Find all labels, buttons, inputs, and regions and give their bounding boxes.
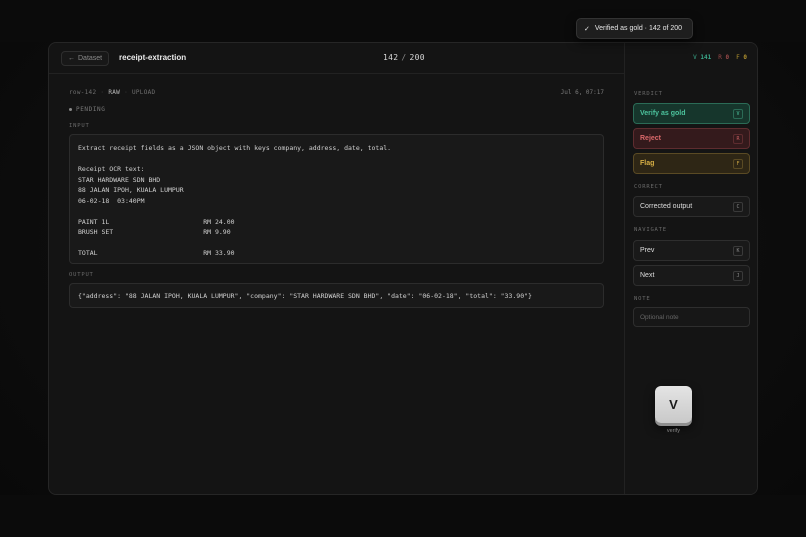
timestamp: Jul 6, 07:17 [560, 89, 604, 96]
dataset-title: receipt-extraction [119, 53, 187, 62]
breadcrumb: row-142 · RAW · UPLOAD [69, 89, 155, 96]
bottom-letterbox [0, 495, 806, 537]
navigate-section-label: NAVIGATE [634, 227, 667, 233]
note-input[interactable] [633, 307, 750, 327]
breadcrumb-row[interactable]: row-142 [69, 89, 96, 96]
keycap-caption: verify [666, 428, 681, 434]
status-badge: PENDING [69, 106, 106, 113]
verified-count: 141 [700, 54, 712, 61]
verified-toast: ✓ Verified as gold · 142 of 200 [576, 18, 693, 39]
prev-button[interactable]: Prev K [633, 240, 750, 261]
back-button-label: Dataset [78, 55, 103, 62]
breadcrumb-raw[interactable]: RAW [108, 89, 120, 96]
flagged-tally: F 0 [736, 54, 747, 61]
app-window: ← Dataset receipt-extraction 142/200 row… [48, 42, 758, 495]
flag-button[interactable]: Flag F [633, 153, 750, 174]
verify-shortcut-key: V [733, 109, 743, 119]
output-text-box: {"address": "88 JALAN IPOH, KUALA LUMPUR… [69, 283, 604, 308]
breadcrumb-separator: · [100, 89, 105, 96]
rejected-tally: R 0 [718, 54, 729, 61]
counter-total: 200 [409, 53, 425, 62]
row-counter: 142/200 [383, 53, 425, 62]
flag-shortcut-key: F [733, 159, 743, 169]
verified-tally: V 141 [693, 54, 711, 61]
main-panel: row-142 · RAW · UPLOAD Jul 6, 07:17 PEND… [49, 74, 624, 494]
verdict-tallies: V 141 R 0 F 0 [693, 54, 747, 61]
output-section-label: OUTPUT [69, 272, 94, 278]
status-text: PENDING [76, 106, 106, 113]
verify-button-label: Verify as gold [640, 110, 686, 117]
keycap-indicator: V [655, 386, 692, 423]
back-to-dataset-button[interactable]: ← Dataset [61, 51, 110, 66]
breadcrumb-separator: · [124, 89, 128, 96]
verdict-section-label: VERDICT [634, 91, 663, 97]
reject-button-label: Reject [640, 135, 662, 142]
reject-shortcut-key: R [733, 134, 743, 144]
reject-button[interactable]: Reject R [633, 128, 750, 149]
prev-button-label: Prev [640, 247, 655, 254]
correct-section-label: CORRECT [634, 184, 663, 190]
counter-current: 142 [383, 53, 399, 62]
corrected-output-label: Corrected output [640, 203, 693, 210]
next-shortcut-key: J [733, 271, 743, 281]
input-text-box: Extract receipt fields as a JSON object … [69, 134, 604, 264]
rejected-count: 0 [725, 54, 730, 61]
flag-button-label: Flag [640, 160, 655, 167]
next-button[interactable]: Next J [633, 265, 750, 286]
corrected-output-button[interactable]: Corrected output C [633, 196, 750, 217]
rejected-letter: R [718, 54, 722, 61]
counter-separator: / [401, 53, 407, 62]
arrow-left-icon: ← [68, 55, 75, 62]
prev-shortcut-key: K [733, 246, 743, 256]
flagged-count: 0 [743, 54, 747, 61]
next-button-label: Next [640, 272, 655, 279]
header-bar: ← Dataset receipt-extraction 142/200 [49, 43, 624, 74]
verified-letter: V [693, 54, 697, 61]
corrected-shortcut-key: C [733, 202, 743, 212]
breadcrumb-upload[interactable]: UPLOAD [132, 89, 155, 96]
verify-button[interactable]: Verify as gold V [633, 103, 750, 124]
status-dot-icon [69, 108, 72, 111]
checkmark-icon: ✓ [584, 25, 590, 33]
toast-text: Verified as gold · 142 of 200 [594, 25, 683, 32]
flagged-letter: F [736, 54, 740, 61]
input-section-label: INPUT [69, 123, 90, 129]
note-section-label: NOTE [634, 296, 651, 302]
